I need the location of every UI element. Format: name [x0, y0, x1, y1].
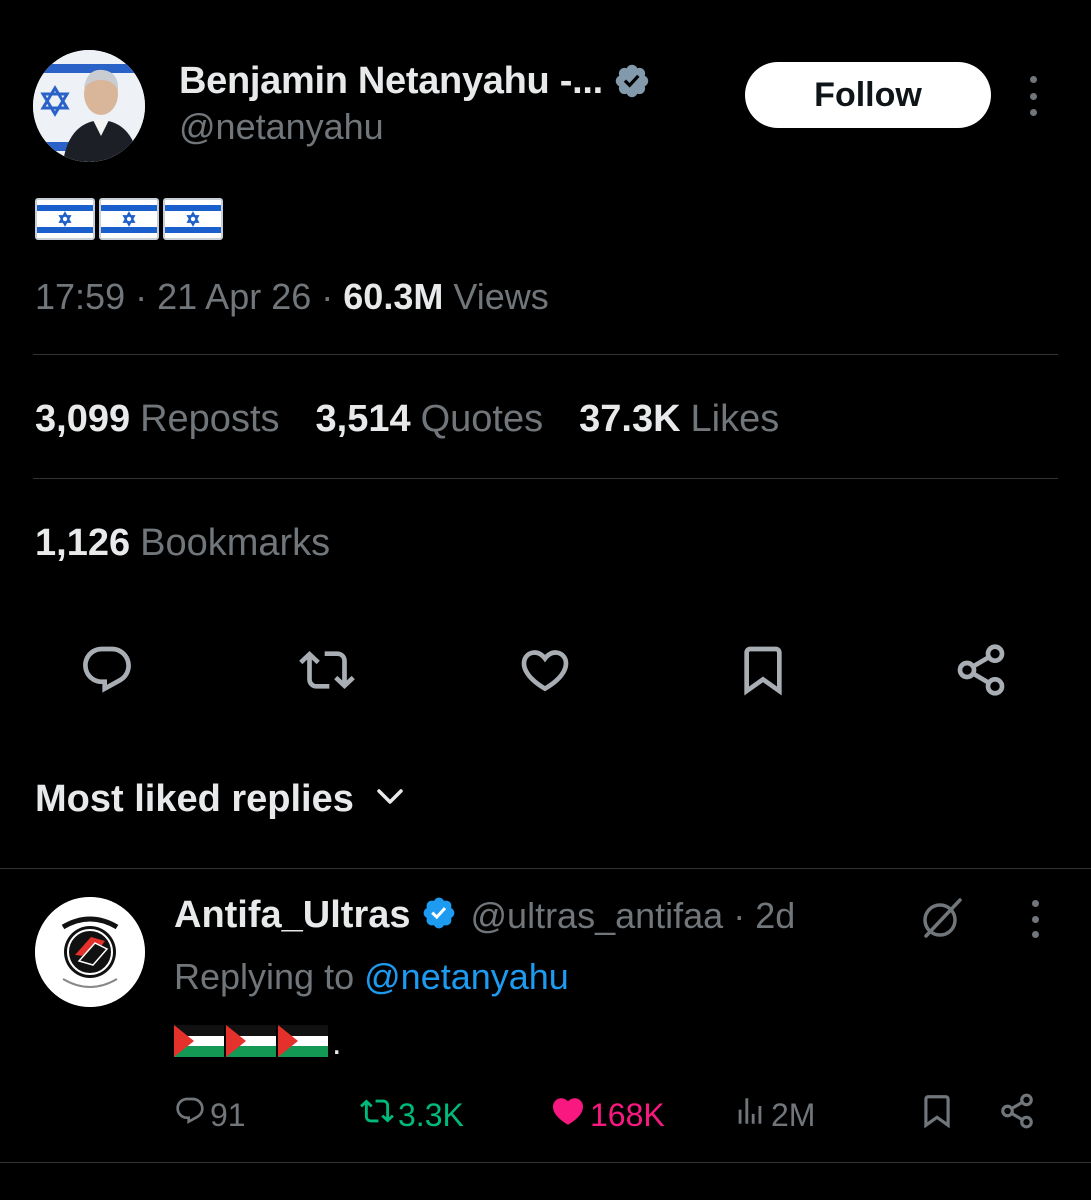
quotes-count: 3,514	[315, 398, 411, 440]
reply-share-button[interactable]	[998, 1090, 1036, 1140]
israel-flag-icon	[163, 198, 223, 240]
views-count: 60.3M	[343, 276, 444, 317]
quotes-label: Quotes	[420, 398, 544, 440]
chevron-down-icon	[376, 787, 404, 812]
reply-content: .	[174, 1024, 342, 1062]
reply-icon[interactable]	[72, 635, 142, 705]
reply-action-bar: 91 3.3K 168K 2M	[0, 1090, 1091, 1140]
share-icon[interactable]	[946, 635, 1016, 705]
replying-to-handle[interactable]: @netanyahu	[364, 956, 569, 997]
repost-icon[interactable]	[292, 635, 362, 705]
meta-separator: ·	[733, 894, 746, 936]
more-options-icon[interactable]	[1022, 900, 1048, 938]
bookmarks-label: Bookmarks	[140, 522, 331, 564]
divider	[33, 478, 1058, 479]
meta-separator: ·	[321, 276, 334, 317]
like-icon[interactable]	[510, 635, 580, 705]
post-content	[35, 198, 223, 240]
reply-repost-button[interactable]: 3.3K	[360, 1090, 464, 1140]
reply-item[interactable]: Antifa_Ultras @ultras_antifaa · 2d Reply…	[0, 870, 1091, 1160]
reply-bookmark-button[interactable]	[918, 1090, 956, 1140]
palestine-flag-icon	[278, 1025, 328, 1057]
verified-badge-icon[interactable]	[613, 62, 651, 100]
palestine-flag-icon	[174, 1025, 224, 1057]
share-icon	[998, 1092, 1036, 1138]
reposts-stat[interactable]: 3,099 Reposts	[35, 398, 280, 441]
post-action-bar	[70, 635, 1030, 705]
reply-views-count: 2M	[771, 1096, 816, 1133]
meta-separator: ·	[135, 276, 148, 317]
author-handle[interactable]: @netanyahu	[179, 106, 651, 148]
post-meta: 17:59 · 21 Apr 26 · 60.3M Views	[35, 276, 549, 318]
likes-count: 37.3K	[579, 398, 681, 440]
bookmark-icon	[918, 1092, 956, 1138]
replies-sort-label: Most liked replies	[35, 778, 354, 820]
engagement-stats: 3,099 Reposts 3,514 Quotes 37.3K Likes	[35, 398, 779, 441]
reposts-count: 3,099	[35, 398, 131, 440]
likes-stat[interactable]: 37.3K Likes	[579, 398, 779, 441]
reply-text-suffix: .	[332, 1024, 342, 1062]
reply-author-name[interactable]: Antifa_Ultras	[174, 894, 411, 937]
bookmarks-stat[interactable]: 1,126 Bookmarks	[35, 522, 330, 565]
post-time[interactable]: 17:59	[35, 276, 125, 317]
grok-icon[interactable]	[918, 894, 966, 942]
follow-button[interactable]: Follow	[745, 62, 991, 128]
palestine-flag-icon	[226, 1025, 276, 1057]
replies-sort-dropdown[interactable]: Most liked replies	[35, 778, 404, 821]
divider	[0, 868, 1091, 869]
reply-age[interactable]: 2d	[755, 895, 795, 937]
reply-author-avatar[interactable]	[35, 897, 145, 1007]
reply-views-button[interactable]: 2M	[733, 1090, 815, 1140]
reply-likes-count: 168K	[590, 1096, 665, 1133]
reply-reply-button[interactable]: 91	[174, 1090, 246, 1140]
replying-to: Replying to @netanyahu	[174, 956, 569, 998]
reply-icon	[174, 1095, 206, 1135]
like-filled-icon	[550, 1093, 586, 1137]
verified-badge-icon[interactable]	[421, 895, 457, 936]
divider	[33, 354, 1058, 355]
reply-reposts-count: 3.3K	[398, 1096, 464, 1133]
bookmarks-count: 1,126	[35, 522, 131, 564]
likes-label: Likes	[690, 398, 780, 440]
reply-author-handle[interactable]: @ultras_antifaa	[471, 895, 724, 937]
reposts-label: Reposts	[140, 398, 280, 440]
repost-icon	[360, 1094, 394, 1136]
post-date[interactable]: 21 Apr 26	[157, 276, 311, 317]
views-icon	[733, 1094, 767, 1136]
more-options-icon[interactable]	[1019, 76, 1047, 116]
reply-like-button[interactable]: 168K	[550, 1090, 665, 1140]
divider	[0, 1162, 1091, 1163]
replying-to-prefix: Replying to	[174, 956, 355, 997]
israel-flag-icon	[99, 198, 159, 240]
quotes-stat[interactable]: 3,514 Quotes	[316, 398, 544, 441]
author-avatar[interactable]	[33, 50, 145, 162]
views-label: Views	[453, 276, 549, 317]
bookmark-icon[interactable]	[728, 635, 798, 705]
author-name[interactable]: Benjamin Netanyahu -...	[179, 60, 603, 103]
post-header: Benjamin Netanyahu -... @netanyahu Follo…	[33, 50, 1058, 162]
reply-replies-count: 91	[210, 1096, 246, 1133]
israel-flag-icon	[35, 198, 95, 240]
